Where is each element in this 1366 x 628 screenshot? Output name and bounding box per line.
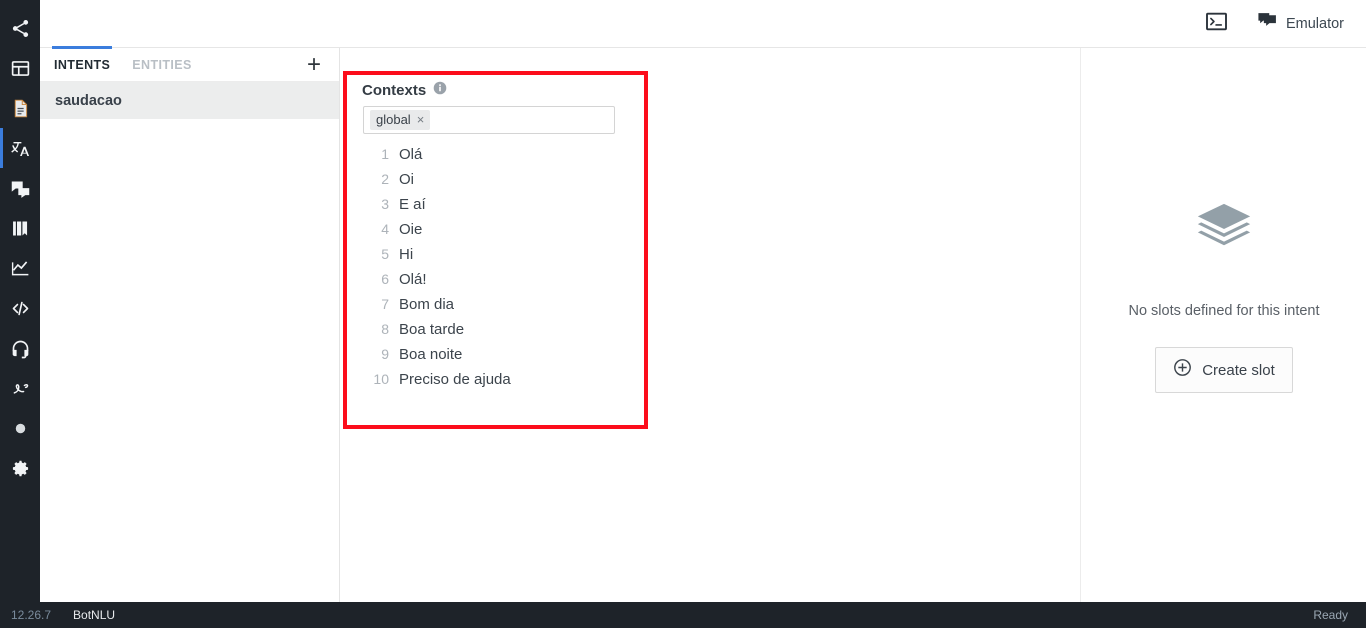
rail-item-documents[interactable] <box>0 88 40 128</box>
phrase-number: 1 <box>381 146 389 162</box>
list-item[interactable]: 3 E aí <box>363 196 763 221</box>
top-bar: Emulator <box>40 0 1366 48</box>
rail-item-analytics[interactable] <box>0 248 40 288</box>
phrase-number: 5 <box>381 246 389 262</box>
phrase-number: 7 <box>381 296 389 312</box>
rail-item-nlu[interactable] <box>0 128 40 168</box>
list-item[interactable]: 9 Boa noite <box>363 346 763 371</box>
phrase-number: 6 <box>381 271 389 287</box>
list-item[interactable]: 10 Preciso de ajuda <box>363 371 763 396</box>
intent-name: saudacao <box>55 92 122 109</box>
phrase-number: 2 <box>381 171 389 187</box>
context-chip-label: global <box>376 112 411 127</box>
list-item[interactable]: 4 Oie <box>363 221 763 246</box>
add-intent-button[interactable]: + <box>301 52 327 78</box>
phrase-text[interactable]: Olá <box>399 146 422 163</box>
phrase-text[interactable]: Boa noite <box>399 346 462 363</box>
emulator-label: Emulator <box>1285 15 1344 32</box>
rail-item-knowledge[interactable] <box>0 208 40 248</box>
create-slot-label: Create slot <box>1202 361 1275 379</box>
application-window: Emulator INTENTS ENTITIES + saudacao Con… <box>0 0 1366 628</box>
rail-item-code[interactable] <box>0 288 40 328</box>
phrase-text[interactable]: Preciso de ajuda <box>399 371 511 388</box>
status-badge: Ready <box>1313 608 1348 622</box>
info-icon[interactable] <box>433 81 447 100</box>
phrase-number: 3 <box>381 196 389 212</box>
layers-stack-icon <box>1193 198 1255 265</box>
tab-entities[interactable]: ENTITIES <box>132 48 191 82</box>
tab-intents[interactable]: INTENTS <box>51 45 113 82</box>
context-chip-global[interactable]: global × <box>370 110 431 130</box>
slots-panel: No slots defined for this intent Create … <box>1082 48 1366 602</box>
emulator-button[interactable]: Emulator <box>1254 8 1348 40</box>
phrase-text[interactable]: Boa tarde <box>399 321 464 338</box>
create-slot-button[interactable]: Create slot <box>1155 347 1293 393</box>
phrase-text[interactable]: Bom dia <box>399 296 454 313</box>
tabs-row: INTENTS ENTITIES + <box>40 45 339 82</box>
rail-item-conversations[interactable] <box>0 168 40 208</box>
list-item[interactable]: 6 Olá! <box>363 271 763 296</box>
document-icon <box>10 98 31 119</box>
analytics-chart-icon <box>10 258 31 279</box>
phrase-text[interactable]: Oie <box>399 221 422 238</box>
contexts-input[interactable]: global × <box>363 106 615 134</box>
left-nav-rail <box>0 0 40 602</box>
list-item[interactable]: saudacao <box>40 82 339 119</box>
list-item[interactable]: 5 Hi <box>363 246 763 271</box>
layout-dashboard-icon <box>10 58 31 79</box>
list-item[interactable]: 2 Oi <box>363 171 763 196</box>
share-nodes-icon <box>10 18 31 39</box>
empty-slots-message: No slots defined for this intent <box>1128 303 1320 319</box>
chat-bubbles-icon <box>10 178 31 199</box>
translate-icon <box>10 138 31 159</box>
close-icon[interactable]: × <box>417 113 425 126</box>
phrase-number: 9 <box>381 346 389 362</box>
terminal-icon <box>1206 12 1228 36</box>
plus-circle-icon <box>1173 358 1192 382</box>
phrase-text[interactable]: E aí <box>399 196 426 213</box>
contexts-header: Contexts <box>362 81 447 100</box>
intent-list-panel: INTENTS ENTITIES + saudacao <box>40 45 340 602</box>
phrase-number: 10 <box>373 371 389 387</box>
phrase-number: 8 <box>381 321 389 337</box>
code-brackets-icon <box>10 298 31 319</box>
rail-item-signature[interactable] <box>0 368 40 408</box>
signature-icon <box>10 378 31 399</box>
version-label: 12.26.7 <box>11 608 52 622</box>
rail-item-support[interactable] <box>0 328 40 368</box>
phrase-text[interactable]: Olá! <box>399 271 427 288</box>
list-item[interactable]: 7 Bom dia <box>363 296 763 321</box>
rail-item-dashboard[interactable] <box>0 48 40 88</box>
rail-item-flows[interactable] <box>0 8 40 48</box>
phrase-number: 4 <box>381 221 389 237</box>
project-label: BotNLU <box>73 608 116 622</box>
rail-item-status[interactable] <box>0 408 40 448</box>
status-bar: 12.26.7 BotNLU Ready <box>0 602 1366 628</box>
list-item[interactable]: 8 Boa tarde <box>363 321 763 346</box>
console-button[interactable] <box>1202 9 1232 39</box>
rail-item-settings[interactable] <box>0 448 40 488</box>
phrase-text[interactable]: Hi <box>399 246 413 263</box>
book-icon <box>10 218 31 239</box>
contexts-title: Contexts <box>362 82 427 99</box>
training-phrase-list: 1 Olá 2 Oi 3 E aí 4 Oie 5 Hi 6 Olá! 7 Bo… <box>363 146 763 396</box>
phrase-text[interactable]: Oi <box>399 171 414 188</box>
gear-icon <box>10 458 31 479</box>
circle-icon <box>10 418 31 439</box>
headset-icon <box>10 338 31 359</box>
intent-editor-panel: Contexts global × 1 Olá 2 Oi 3 E aí 4 Oi… <box>341 48 1081 602</box>
list-item[interactable]: 1 Olá <box>363 146 763 171</box>
chat-emulator-icon <box>1258 12 1278 36</box>
